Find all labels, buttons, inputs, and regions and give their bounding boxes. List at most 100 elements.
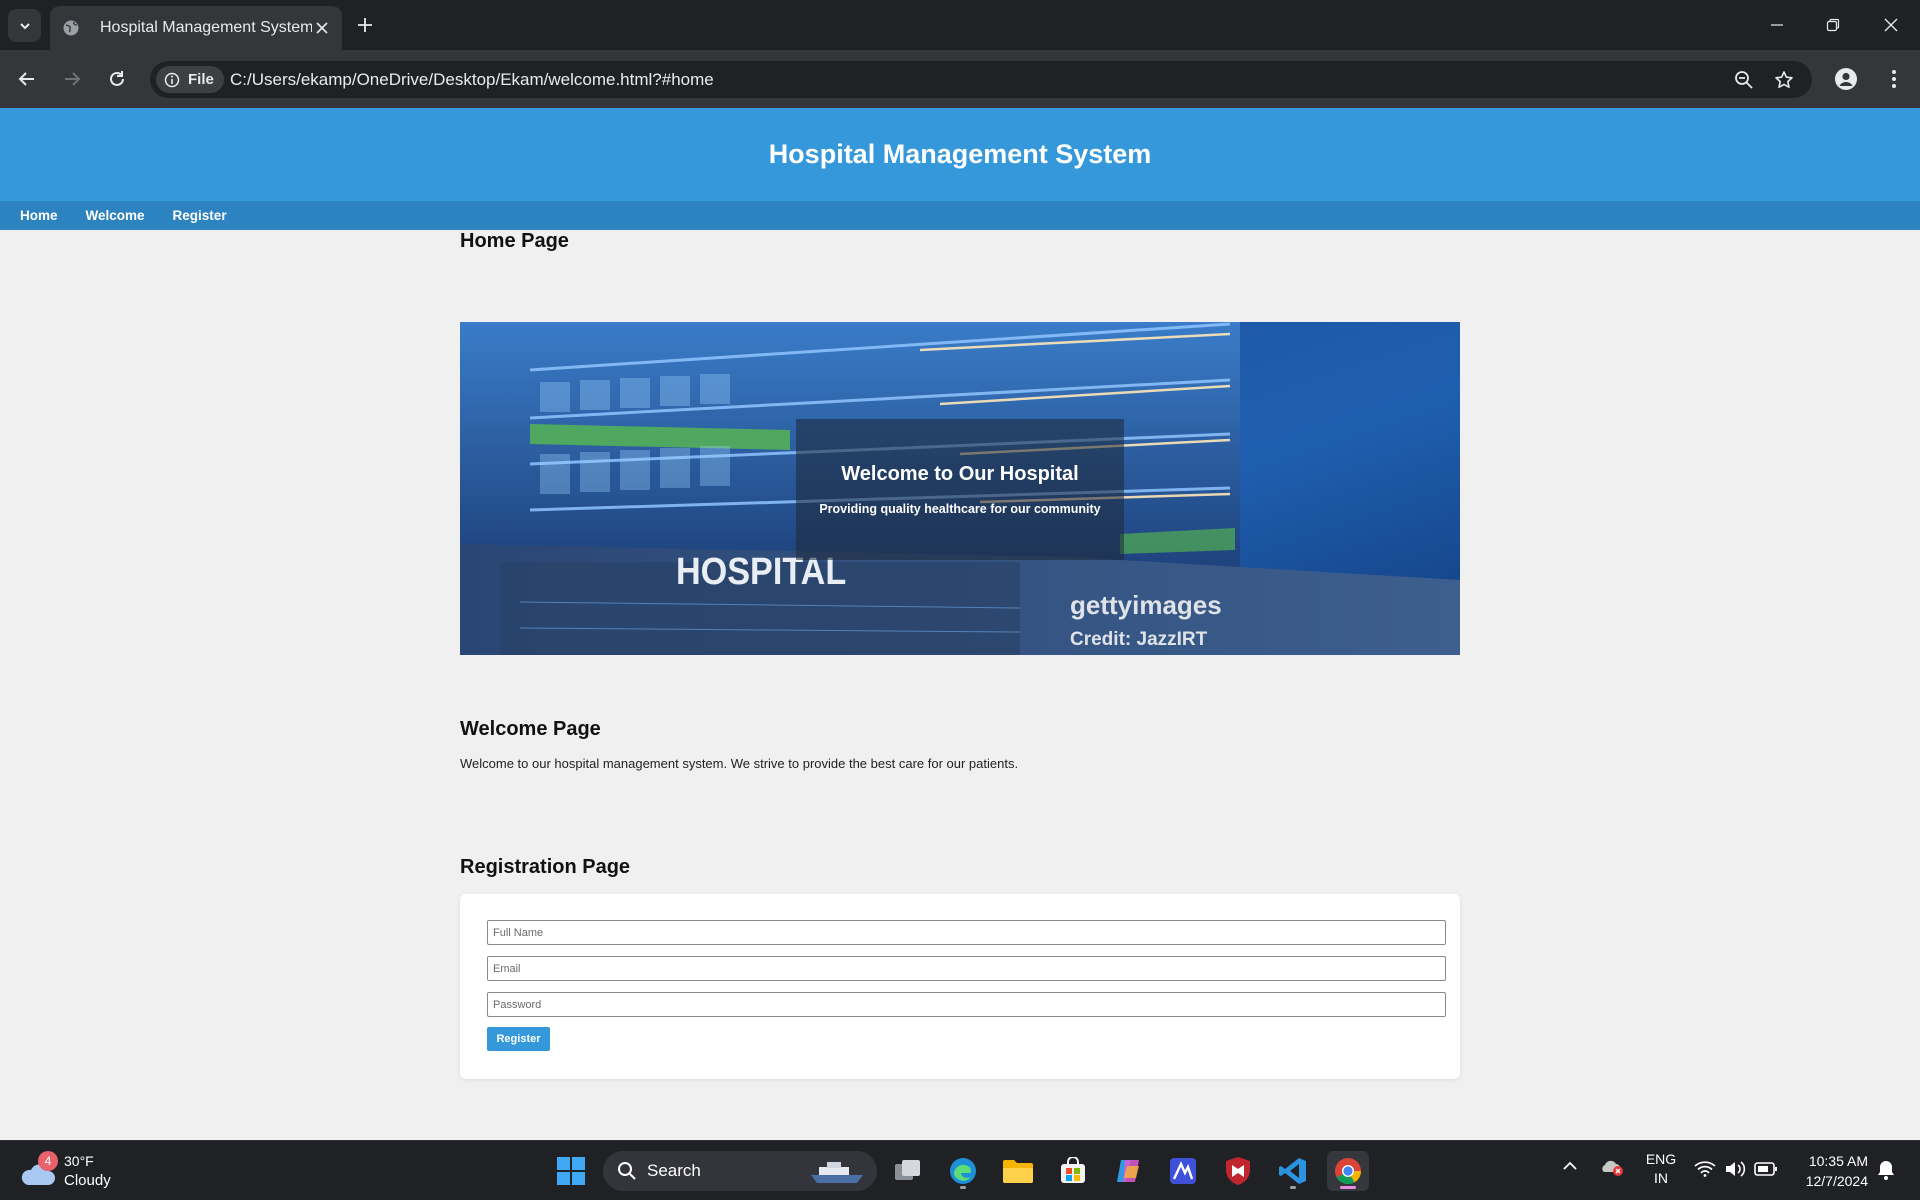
battery-status[interactable] xyxy=(1754,1161,1778,1180)
profile-button[interactable] xyxy=(1832,65,1860,93)
taskbar-app[interactable] xyxy=(1162,1151,1204,1191)
start-button[interactable] xyxy=(550,1151,592,1191)
nav-link-welcome[interactable]: Welcome xyxy=(86,208,145,223)
browser-tab[interactable]: Hospital Management System xyxy=(50,6,342,50)
globe-icon xyxy=(63,20,79,36)
show-hidden-icons-button[interactable] xyxy=(1562,1159,1578,1175)
full-name-input[interactable] xyxy=(487,920,1446,945)
search-icon xyxy=(618,1162,636,1180)
bookmark-button[interactable] xyxy=(1770,66,1798,94)
taskbar-file-explorer[interactable] xyxy=(997,1151,1039,1191)
taskbar-copilot[interactable] xyxy=(1107,1151,1149,1191)
weather-widget[interactable]: 4 30°F Cloudy xyxy=(20,1151,130,1193)
ship-icon xyxy=(811,1162,863,1183)
site-nav: Home Welcome Register xyxy=(0,201,1920,230)
weather-temperature: 30°F xyxy=(64,1153,94,1169)
taskbar-search[interactable]: Search xyxy=(603,1151,877,1191)
registration-form: Register xyxy=(460,894,1460,1079)
minimize-icon xyxy=(1771,24,1783,26)
tab-title: Hospital Management System xyxy=(100,19,312,36)
taskbar-edge[interactable] xyxy=(942,1151,984,1191)
volume-control[interactable] xyxy=(1724,1160,1746,1181)
back-button[interactable] xyxy=(13,65,41,93)
registration-heading: Registration Page xyxy=(460,856,631,878)
nav-link-register[interactable]: Register xyxy=(173,208,227,223)
edge-icon xyxy=(950,1158,976,1184)
onedrive-status[interactable] xyxy=(1600,1157,1624,1180)
watermark-credit: Credit: JazzIRT xyxy=(1070,629,1208,650)
browser-tabstrip: Hospital Management System xyxy=(0,0,1920,50)
site-chip-label: File xyxy=(188,71,214,88)
folder-icon xyxy=(1003,1160,1033,1183)
windows-logo-icon xyxy=(557,1157,585,1185)
zoom-out-icon xyxy=(1735,71,1753,89)
taskbar-store[interactable] xyxy=(1052,1151,1094,1191)
store-icon xyxy=(1061,1157,1085,1183)
email-input[interactable] xyxy=(487,956,1446,981)
plus-icon xyxy=(358,18,372,32)
network-status[interactable] xyxy=(1694,1161,1716,1180)
volume-icon xyxy=(1726,1161,1746,1177)
reload-icon xyxy=(110,71,124,86)
zoom-button[interactable] xyxy=(1730,66,1758,94)
url-text[interactable]: C:/Users/ekamp/OneDrive/Desktop/Ekam/wel… xyxy=(230,70,714,90)
taskbar-clock[interactable]: 10:35 AM 12/7/2024 xyxy=(1788,1151,1868,1191)
notification-button[interactable] xyxy=(1876,1159,1896,1184)
site-title: Hospital Management System xyxy=(768,139,1152,169)
nav-link-home[interactable]: Home xyxy=(20,208,58,223)
browser-menu-button[interactable] xyxy=(1880,65,1908,93)
taskbar-chrome[interactable] xyxy=(1327,1151,1369,1191)
home-heading: Home Page xyxy=(460,230,569,252)
more-vert-icon xyxy=(1892,70,1896,88)
person-icon xyxy=(1835,68,1857,90)
hero-overlay: Welcome to Our Hospital Providing qualit… xyxy=(796,419,1124,560)
chevron-down-icon xyxy=(19,22,30,29)
copilot-icon xyxy=(1117,1160,1139,1182)
hero-banner: HOSPITAL gettyimages Credit: JazzIRT Wel… xyxy=(460,322,1460,655)
page-viewport: Hospital Management System Home Welcome … xyxy=(0,108,1920,1140)
site-info-chip[interactable]: File xyxy=(156,66,224,93)
running-indicator xyxy=(1340,1186,1356,1189)
star-icon xyxy=(1775,71,1793,88)
chevron-up-icon xyxy=(1563,1161,1577,1170)
bell-icon xyxy=(1878,1161,1894,1180)
welcome-text: Welcome to our hospital management syste… xyxy=(460,756,1019,771)
close-window-button[interactable] xyxy=(1876,10,1906,40)
register-button[interactable]: Register xyxy=(487,1027,550,1051)
input-language[interactable]: ENG IN xyxy=(1645,1150,1677,1188)
info-icon xyxy=(164,72,180,87)
running-indicator xyxy=(1290,1186,1296,1189)
tab-search-button[interactable] xyxy=(8,9,41,42)
shield-icon xyxy=(1226,1157,1250,1185)
hero-title: Welcome to Our Hospital xyxy=(841,463,1079,485)
password-input[interactable] xyxy=(487,992,1446,1017)
close-icon xyxy=(1884,18,1898,32)
windows-taskbar: 4 30°F Cloudy Search ENG IN 10:35 AM 12/… xyxy=(0,1140,1920,1200)
address-bar[interactable]: File C:/Users/ekamp/OneDrive/Desktop/Eka… xyxy=(150,61,1812,98)
main-content: Home Page HOSPITAL gettyimages Credit: J… xyxy=(460,230,1460,1079)
app-icon xyxy=(1170,1158,1196,1184)
task-view-button[interactable] xyxy=(887,1151,929,1191)
vscode-icon xyxy=(1279,1158,1306,1184)
weather-badge: 4 xyxy=(38,1151,58,1171)
minimize-button[interactable] xyxy=(1762,10,1792,40)
clock-time: 10:35 AM xyxy=(1808,1153,1868,1169)
task-view-icon xyxy=(895,1160,920,1180)
region-code: IN xyxy=(1654,1170,1668,1186)
site-header: Hospital Management System xyxy=(0,108,1920,201)
welcome-heading: Welcome Page xyxy=(460,718,601,740)
forward-button[interactable] xyxy=(58,65,86,93)
reload-button[interactable] xyxy=(103,65,131,93)
arrow-left-icon xyxy=(18,72,34,86)
weather-condition: Cloudy xyxy=(64,1172,111,1189)
taskbar-mcafee[interactable] xyxy=(1217,1151,1259,1191)
new-tab-button[interactable] xyxy=(352,12,378,38)
arrow-right-icon xyxy=(65,72,81,86)
restore-button[interactable] xyxy=(1818,10,1848,40)
taskbar-vscode[interactable] xyxy=(1272,1151,1314,1191)
chrome-icon xyxy=(1335,1158,1362,1185)
close-tab-icon[interactable] xyxy=(312,18,332,38)
hero-subtitle: Providing quality healthcare for our com… xyxy=(819,502,1101,516)
wifi-icon xyxy=(1694,1161,1716,1177)
watermark-brand: gettyimages xyxy=(1070,590,1222,620)
